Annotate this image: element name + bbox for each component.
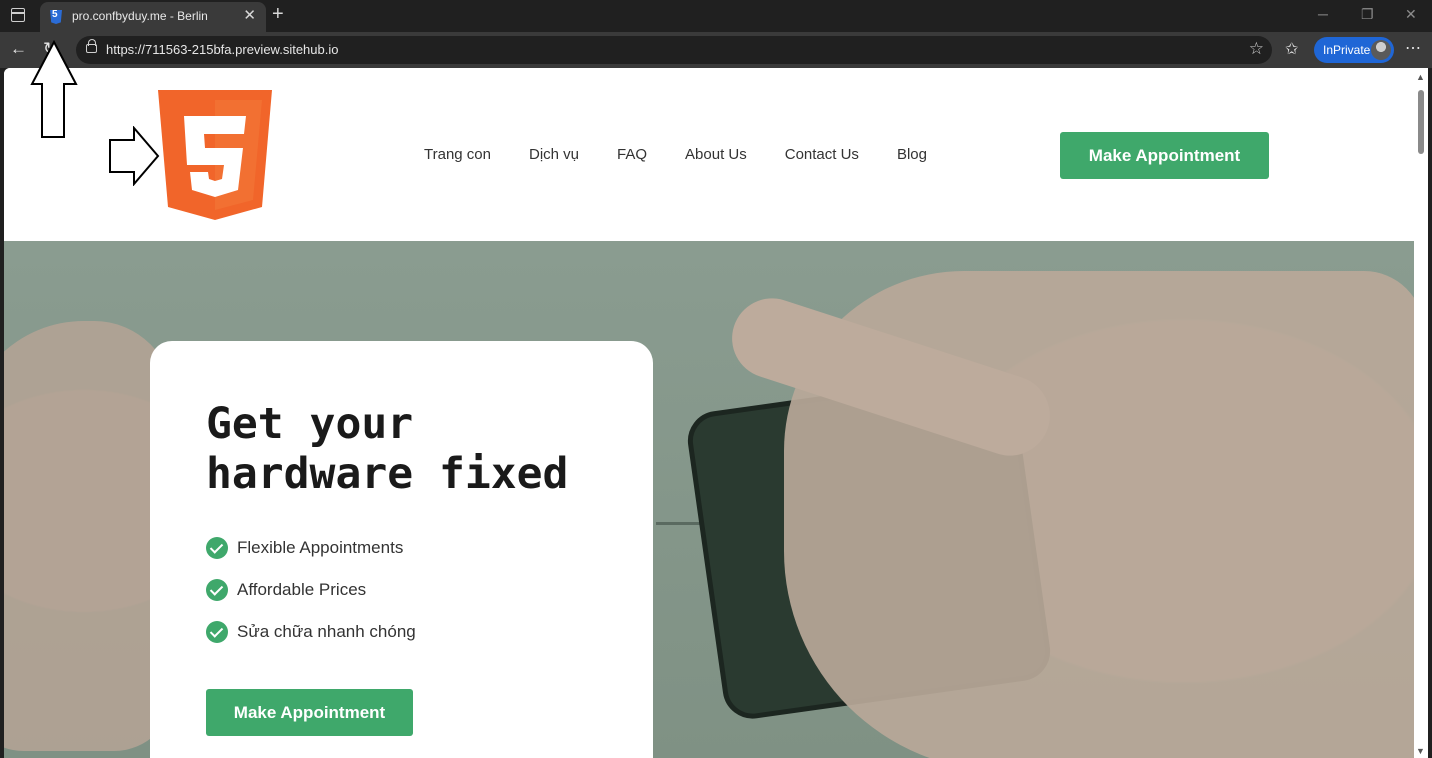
nav-blog[interactable]: Blog [897, 146, 927, 163]
nav-about-us[interactable]: About Us [685, 146, 747, 163]
hero-section: Get your hardware fixed Flexible Appoint… [4, 241, 1414, 758]
feature-label: Affordable Prices [237, 580, 367, 599]
html5-logo[interactable] [158, 90, 272, 220]
hero-card: Get your hardware fixed Flexible Appoint… [150, 341, 653, 758]
favorites-icon[interactable]: ✩ [1285, 39, 1298, 59]
scrollbar-thumb[interactable] [1418, 90, 1424, 154]
browser-toolbar: ← ↻ https://711563-215bfa.preview.sitehu… [0, 32, 1432, 68]
feature-item: Affordable Prices [206, 569, 416, 611]
profile-avatar[interactable] [1371, 40, 1391, 60]
check-circle-icon [206, 537, 228, 559]
new-tab-icon[interactable]: + [272, 3, 284, 26]
right-arrow-annotation-icon [109, 126, 160, 186]
check-circle-icon [206, 621, 228, 643]
feature-label: Flexible Appointments [237, 538, 404, 557]
hero-headline: Get your hardware fixed [206, 399, 569, 499]
hero-left-hand-image [4, 321, 174, 751]
window-edge [1428, 68, 1432, 758]
lock-icon[interactable] [86, 39, 97, 53]
header-make-appointment-button[interactable]: Make Appointment [1060, 132, 1269, 179]
back-icon[interactable]: ← [10, 39, 27, 59]
nav-dich-vu[interactable]: Dịch vụ [529, 146, 579, 163]
favorite-star-icon[interactable]: ☆ [1249, 39, 1264, 59]
scroll-up-icon[interactable]: ▲ [1416, 72, 1425, 82]
inprivate-label: InPrivate [1323, 43, 1371, 57]
scroll-down-icon[interactable]: ▼ [1416, 746, 1425, 756]
feature-list: Flexible Appointments Affordable Prices … [206, 527, 416, 653]
up-arrow-annotation-icon [30, 40, 78, 138]
check-circle-icon [206, 579, 228, 601]
tab-title: pro.confbyduy.me - Berlin [72, 9, 208, 23]
nav-contact-us[interactable]: Contact Us [785, 146, 859, 163]
close-window-icon[interactable]: ✕ [1405, 6, 1417, 23]
browser-tab-bar: pro.confbyduy.me - Berlin ✕ + ─ ❐ ✕ [0, 0, 1432, 32]
inprivate-badge[interactable]: InPrivate [1314, 37, 1394, 63]
html5-favicon-icon [50, 10, 62, 24]
nav-trang-con[interactable]: Trang con [424, 146, 491, 163]
feature-item: Flexible Appointments [206, 527, 416, 569]
hero-make-appointment-button[interactable]: Make Appointment [206, 689, 413, 736]
tab-actions-icon[interactable] [11, 8, 25, 22]
feature-label: Sửa chữa nhanh chóng [237, 622, 416, 641]
page-scrollbar[interactable]: ▲ ▼ [1414, 68, 1428, 758]
more-options-icon[interactable]: ⋯ [1405, 38, 1422, 58]
nav-faq[interactable]: FAQ [617, 146, 647, 163]
main-nav: Trang con Dịch vụ FAQ About Us Contact U… [424, 146, 927, 163]
address-bar[interactable]: https://711563-215bfa.preview.sitehub.io… [76, 36, 1272, 64]
page-viewport: Trang con Dịch vụ FAQ About Us Contact U… [4, 68, 1414, 758]
minimize-icon[interactable]: ─ [1318, 6, 1328, 22]
site-header: Trang con Dịch vụ FAQ About Us Contact U… [4, 68, 1414, 241]
restore-icon[interactable]: ❐ [1361, 6, 1374, 23]
feature-item: Sửa chữa nhanh chóng [206, 611, 416, 653]
close-tab-icon[interactable]: ✕ [243, 6, 256, 24]
browser-tab[interactable]: pro.confbyduy.me - Berlin ✕ [40, 2, 266, 32]
url-text[interactable]: https://711563-215bfa.preview.sitehub.io [106, 42, 338, 57]
